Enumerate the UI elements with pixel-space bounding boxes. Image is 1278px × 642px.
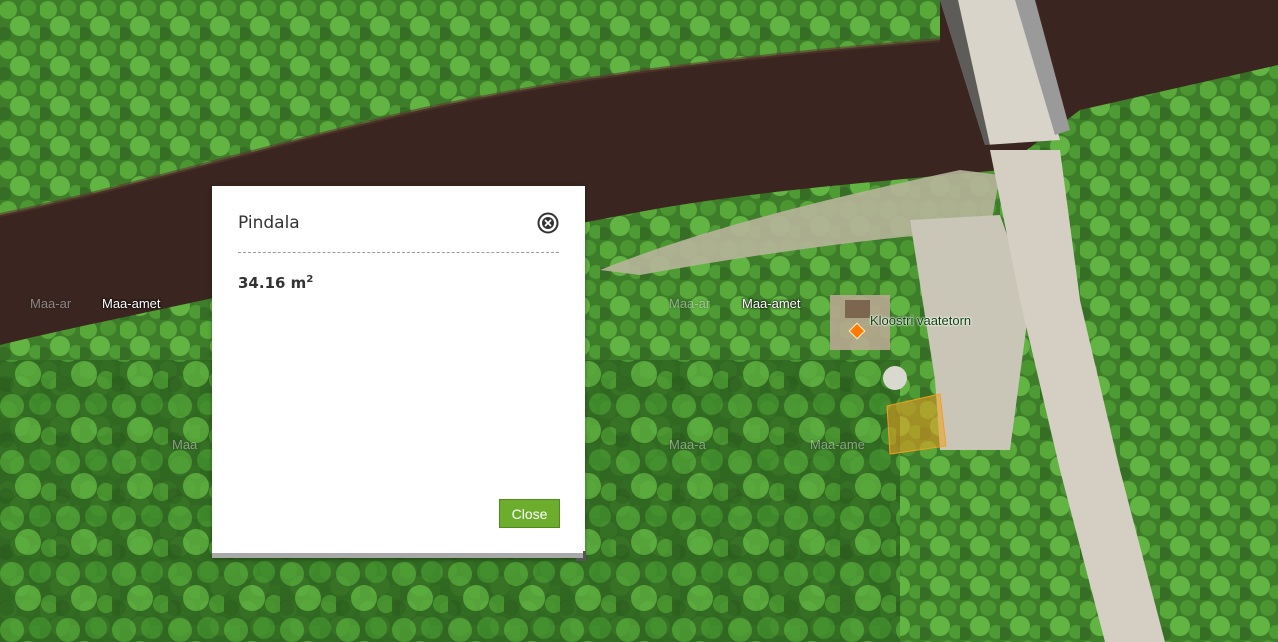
area-value-text: 34.16 m (238, 274, 307, 292)
map-layer-label: Maa-a (669, 437, 706, 452)
poi-label[interactable]: Kloostri vaatetorn (870, 313, 971, 328)
map-layer-label: Maa-amet (102, 296, 161, 311)
popup-title: Pindala (238, 213, 300, 233)
resize-handle-icon[interactable] (576, 548, 586, 561)
map-layer-label: Maa-ar (30, 296, 72, 311)
area-measurement-popup: Pindala 34.16 m2 Close (212, 186, 586, 561)
map-layer-label: Maa (172, 437, 198, 452)
measured-area-polygon[interactable] (0, 0, 1278, 642)
close-circle-icon[interactable] (537, 212, 559, 234)
map-layer-label: Maa-amet (742, 296, 801, 311)
map-layer-label: Maa-ar (669, 296, 711, 311)
popup-header: Pindala (238, 206, 559, 253)
map-layer-label: Maa-ame (810, 437, 865, 452)
area-unit-superscript: 2 (306, 274, 314, 285)
area-value: 34.16 m2 (238, 274, 313, 292)
map-view[interactable]: Maa-ar Maa-amet Maa-ar Maa-amet Maa Maa-… (0, 0, 1278, 642)
close-button[interactable]: Close (499, 499, 560, 528)
